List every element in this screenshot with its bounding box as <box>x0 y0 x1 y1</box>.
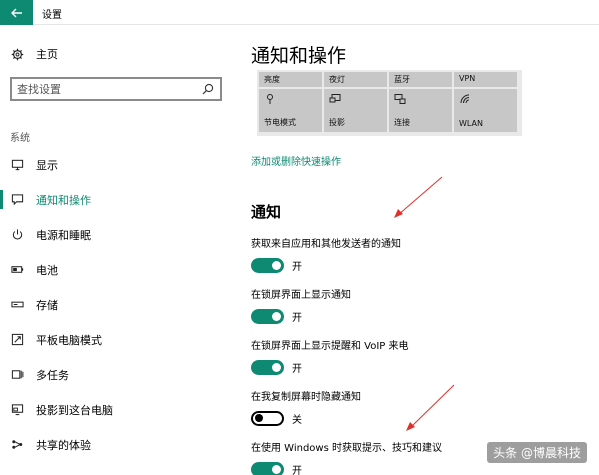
toggle-state-label: 开 <box>292 363 302 375</box>
setting-lock-screen-reminders: 在锁屏界面上显示提醒和 VoIP 来电 开 <box>251 337 591 376</box>
battery-icon <box>10 263 24 277</box>
edit-quick-actions-link[interactable]: 添加或删除快速操作 <box>251 153 341 168</box>
setting-label: 在锁屏界面上显示通知 <box>251 290 351 301</box>
setting-label: 在锁屏界面上显示提醒和 VoIP 来电 <box>251 341 409 352</box>
chat-bubble-icon <box>10 193 24 207</box>
quick-action-bluetooth[interactable]: 蓝牙 <box>389 72 452 87</box>
sidebar-item-label: 平板电脑模式 <box>36 333 102 347</box>
quick-action-project[interactable]: 投影 <box>324 89 387 132</box>
project-to-pc-icon <box>10 403 24 417</box>
main-content: 通知和操作 亮度 夜灯 蓝牙 VPN 节电模式 投影 连接 WLAN 添加或删除… <box>232 25 599 475</box>
sidebar-item-battery[interactable]: 电池 <box>0 252 232 287</box>
gear-icon <box>10 47 24 61</box>
quick-action-label: WLAN <box>459 119 484 128</box>
sidebar-home[interactable]: 主页 <box>10 45 58 63</box>
window-title: 设置 <box>42 10 62 21</box>
sidebar-item-label: 通知和操作 <box>36 193 91 207</box>
quick-action-label: 连接 <box>394 118 410 127</box>
toggle-switch[interactable] <box>251 308 284 324</box>
watermark: 头条 @博晨科技 <box>487 442 587 463</box>
connect-icon <box>394 94 406 104</box>
sidebar-item-label: 电池 <box>36 263 58 277</box>
sidebar: 主页 系统 显示 通知和操作 电源和睡眠 <box>0 25 232 475</box>
quick-action-night-light[interactable]: 夜灯 <box>324 72 387 87</box>
quick-action-battery-saver[interactable]: 节电模式 <box>259 89 322 132</box>
sidebar-item-notifications[interactable]: 通知和操作 <box>0 182 232 217</box>
search-icon[interactable] <box>201 82 215 96</box>
toggle-switch[interactable] <box>251 410 284 426</box>
toggle-switch[interactable] <box>251 461 284 475</box>
back-button[interactable] <box>0 0 33 25</box>
quick-action-vpn[interactable]: VPN <box>454 72 517 87</box>
search-box[interactable] <box>10 77 222 101</box>
annotation-arrow-icon <box>394 176 443 218</box>
toggle-switch[interactable] <box>251 359 284 375</box>
sidebar-item-label: 显示 <box>36 158 58 172</box>
quick-action-brightness[interactable]: 亮度 <box>259 72 322 87</box>
sidebar-item-label: 投影到这台电脑 <box>36 403 113 417</box>
quick-action-label: 节电模式 <box>264 118 296 127</box>
storage-icon <box>10 298 24 312</box>
title-bar: 设置 <box>0 0 599 25</box>
quick-action-label: 亮度 <box>264 75 280 84</box>
monitor-icon <box>10 158 24 172</box>
sidebar-item-label: 存储 <box>36 298 58 312</box>
quick-action-label: VPN <box>459 74 476 83</box>
quick-actions-grid: 亮度 夜灯 蓝牙 VPN 节电模式 投影 连接 WLAN <box>257 70 522 136</box>
multitask-icon <box>10 368 24 382</box>
back-arrow-icon <box>10 8 22 17</box>
quick-action-connect[interactable]: 连接 <box>389 89 452 132</box>
sidebar-item-label: 电源和睡眠 <box>36 228 91 242</box>
annotation-arrow-icon <box>406 384 455 431</box>
quick-action-label: 投影 <box>329 118 345 127</box>
toggle-state-label: 开 <box>292 312 302 324</box>
quick-action-label: 夜灯 <box>329 75 345 84</box>
power-icon <box>10 228 24 242</box>
sidebar-item-shared-experience[interactable]: 共享的体验 <box>0 427 232 462</box>
notifications-section-title: 通知 <box>251 203 282 221</box>
sidebar-home-label: 主页 <box>36 48 58 61</box>
search-input[interactable] <box>12 79 192 99</box>
setting-app-notifications: 获取来自应用和其他发送者的通知 开 <box>251 235 591 274</box>
project-icon <box>329 94 341 103</box>
wifi-icon <box>460 94 470 104</box>
setting-lock-screen-notifications: 在锁屏界面上显示通知 开 <box>251 286 591 325</box>
quick-action-wlan[interactable]: WLAN <box>454 89 517 132</box>
shared-experience-icon <box>10 438 24 452</box>
sidebar-item-label: 多任务 <box>36 368 69 382</box>
toggle-state-label: 关 <box>292 414 302 426</box>
quick-action-label: 蓝牙 <box>394 75 410 84</box>
page-title: 通知和操作 <box>251 45 347 67</box>
toggle-state-label: 开 <box>292 261 302 273</box>
setting-label: 获取来自应用和其他发送者的通知 <box>251 239 401 250</box>
sidebar-item-display[interactable]: 显示 <box>0 147 232 182</box>
battery-saver-icon <box>267 94 273 104</box>
sidebar-section-label: 系统 <box>10 133 30 144</box>
sidebar-item-storage[interactable]: 存储 <box>0 287 232 322</box>
tablet-mode-icon <box>10 333 24 347</box>
sidebar-nav: 显示 通知和操作 电源和睡眠 电池 存储 平板电脑模式 多任务 投影到这台电脑 … <box>0 147 232 462</box>
sidebar-item-label: 共享的体验 <box>36 438 91 452</box>
sidebar-item-project-to-pc[interactable]: 投影到这台电脑 <box>0 392 232 427</box>
sidebar-item-tablet-mode[interactable]: 平板电脑模式 <box>0 322 232 357</box>
toggle-switch[interactable] <box>251 257 284 273</box>
sidebar-item-power[interactable]: 电源和睡眠 <box>0 217 232 252</box>
toggle-state-label: 开 <box>292 465 302 475</box>
sidebar-item-multitask[interactable]: 多任务 <box>0 357 232 392</box>
